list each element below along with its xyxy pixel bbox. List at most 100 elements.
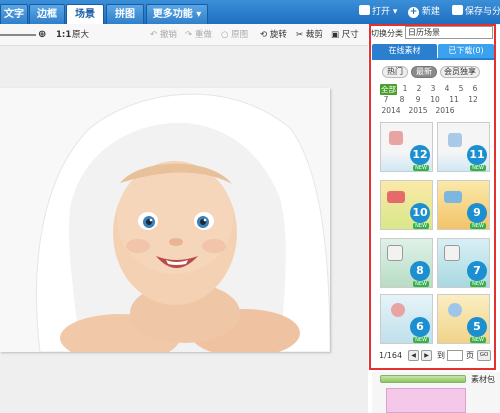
category-select-value: 日历场景 — [408, 28, 440, 37]
month-9[interactable]: 9 — [412, 95, 424, 104]
scene-thumbnail[interactable]: 8 NEW — [380, 238, 433, 288]
scene-number: 7 — [467, 261, 487, 281]
page-input[interactable] — [447, 350, 463, 361]
original-image-button[interactable]: ○ 原图 — [221, 28, 248, 42]
save-label: 保存与分 — [465, 7, 500, 17]
scene-number: 9 — [467, 203, 487, 223]
tab-frame[interactable]: 边框 — [29, 4, 65, 24]
crop-button[interactable]: ✂ 裁剪 — [296, 28, 323, 42]
undo-button[interactable]: ↶ 撤销 — [150, 28, 177, 42]
edit-toolbar: ⊕ 1:1 原大 ↶ 撤销 ↷ 重做 ○ 原图 ⟲ 旋转 ✂ 裁剪 ▣ 尺寸 — [0, 24, 368, 46]
scene-number: 11 — [467, 145, 487, 165]
material-pack-preview — [386, 388, 466, 413]
rotate-label: 旋转 — [269, 30, 287, 40]
size-button[interactable]: ▣ 尺寸 — [331, 28, 359, 42]
pagination: 1/164 ◀ ▶ 到 页 GO — [379, 350, 493, 362]
new-badge: NEW — [470, 223, 486, 229]
open-button[interactable]: 打开 ▾ — [359, 5, 397, 19]
material-pack-bar — [380, 375, 466, 383]
redo-label: 重做 — [194, 30, 212, 40]
zoom-in-icon[interactable]: ⊕ — [38, 28, 46, 42]
tab-online-materials[interactable]: 在线素材 — [372, 44, 437, 58]
original-image-label: 原图 — [231, 30, 249, 40]
month-1[interactable]: 1 — [399, 84, 411, 93]
baby-photo-image — [0, 88, 330, 352]
month-7[interactable]: 7 — [380, 95, 392, 104]
month-12[interactable]: 12 — [466, 95, 480, 104]
tab-more-label: 更多功能 — [152, 9, 193, 20]
zoom-slider-track[interactable] — [0, 34, 36, 36]
month-4[interactable]: 4 — [441, 84, 453, 93]
chip-hot[interactable]: 热门 — [382, 66, 408, 78]
scene-thumbnail[interactable]: 11 NEW — [437, 122, 490, 172]
save-button[interactable]: 保存与分 — [452, 5, 500, 19]
category-label: 切换分类 — [371, 29, 403, 38]
month-8[interactable]: 8 — [396, 95, 408, 104]
size-label: 尺寸 — [341, 30, 359, 40]
new-button[interactable]: + 新建 — [408, 5, 440, 19]
new-badge: NEW — [413, 223, 429, 229]
material-pack-label[interactable]: 素材包 — [471, 374, 495, 385]
tab-more-features[interactable]: 更多功能 ▾ — [146, 4, 208, 24]
month-2[interactable]: 2 — [413, 84, 425, 93]
editor-canvas[interactable] — [0, 46, 368, 413]
new-badge: NEW — [470, 281, 486, 287]
tab-scene[interactable]: 场景 — [66, 4, 104, 24]
scene-thumbnail[interactable]: 9 NEW — [437, 180, 490, 230]
new-badge: NEW — [470, 165, 486, 171]
crop-label: 裁剪 — [305, 30, 323, 40]
open-label: 打开 — [372, 7, 391, 17]
month-6[interactable]: 6 — [469, 84, 481, 93]
year-2014[interactable]: 2014 — [380, 106, 402, 115]
chevron-down-icon: ▾ — [196, 9, 202, 20]
chip-latest[interactable]: 最新 — [411, 66, 437, 78]
month-3[interactable]: 3 — [427, 84, 439, 93]
scene-thumbnail[interactable]: 12 NEW — [380, 122, 433, 172]
baby-photo[interactable] — [0, 88, 330, 352]
scene-number: 5 — [467, 317, 487, 337]
prev-page-button[interactable]: ◀ — [408, 350, 419, 361]
material-pack-area: 素材包 — [372, 372, 500, 413]
page-info: 1/164 — [379, 351, 403, 360]
subtab-underline — [372, 58, 494, 60]
year-2015[interactable]: 2015 — [407, 106, 429, 115]
next-page-button[interactable]: ▶ — [421, 350, 432, 361]
chip-vip[interactable]: 会员独享 — [440, 66, 480, 78]
redo-icon: ↷ — [185, 30, 193, 40]
tab-downloaded[interactable]: 已下载(0) — [438, 44, 494, 58]
plus-circle-icon: + — [408, 7, 419, 18]
undo-label: 撤销 — [159, 30, 177, 40]
folder-icon — [359, 5, 370, 15]
chevron-down-icon: ▾ — [390, 7, 398, 17]
save-icon — [452, 5, 463, 15]
circle-icon: ○ — [221, 30, 229, 40]
redo-button[interactable]: ↷ 重做 — [185, 28, 212, 42]
new-badge: NEW — [413, 281, 429, 287]
category-select[interactable]: 日历场景 — [405, 26, 493, 39]
month-10[interactable]: 10 — [428, 95, 442, 104]
goto-label: 到 — [437, 351, 445, 360]
year-2016[interactable]: 2016 — [434, 106, 456, 115]
rotate-icon: ⟲ — [260, 30, 268, 40]
new-label: 新建 — [421, 7, 440, 17]
tab-collage[interactable]: 拼图 — [106, 4, 144, 24]
month-11[interactable]: 11 — [447, 95, 461, 104]
rotate-button[interactable]: ⟲ 旋转 — [260, 28, 287, 42]
scene-thumbnail[interactable]: 10 NEW — [380, 180, 433, 230]
resize-icon: ▣ — [331, 30, 340, 40]
tab-text[interactable]: 文字 — [0, 4, 28, 24]
scene-thumbnail[interactable]: 5 NEW — [437, 294, 490, 344]
scene-thumbnail[interactable]: 7 NEW — [437, 238, 490, 288]
go-button[interactable]: GO — [477, 350, 491, 361]
scene-thumbnail[interactable]: 6 NEW — [380, 294, 433, 344]
scene-number: 10 — [410, 203, 430, 223]
scene-number: 8 — [410, 261, 430, 281]
month-all[interactable]: 全部 — [380, 84, 397, 95]
month-5[interactable]: 5 — [455, 84, 467, 93]
scene-number: 12 — [410, 145, 430, 165]
new-badge: NEW — [470, 337, 486, 343]
original-size-button[interactable]: 原大 — [72, 28, 89, 42]
new-badge: NEW — [413, 337, 429, 343]
page-unit: 页 — [466, 351, 474, 360]
ratio-button[interactable]: 1:1 — [56, 28, 71, 42]
